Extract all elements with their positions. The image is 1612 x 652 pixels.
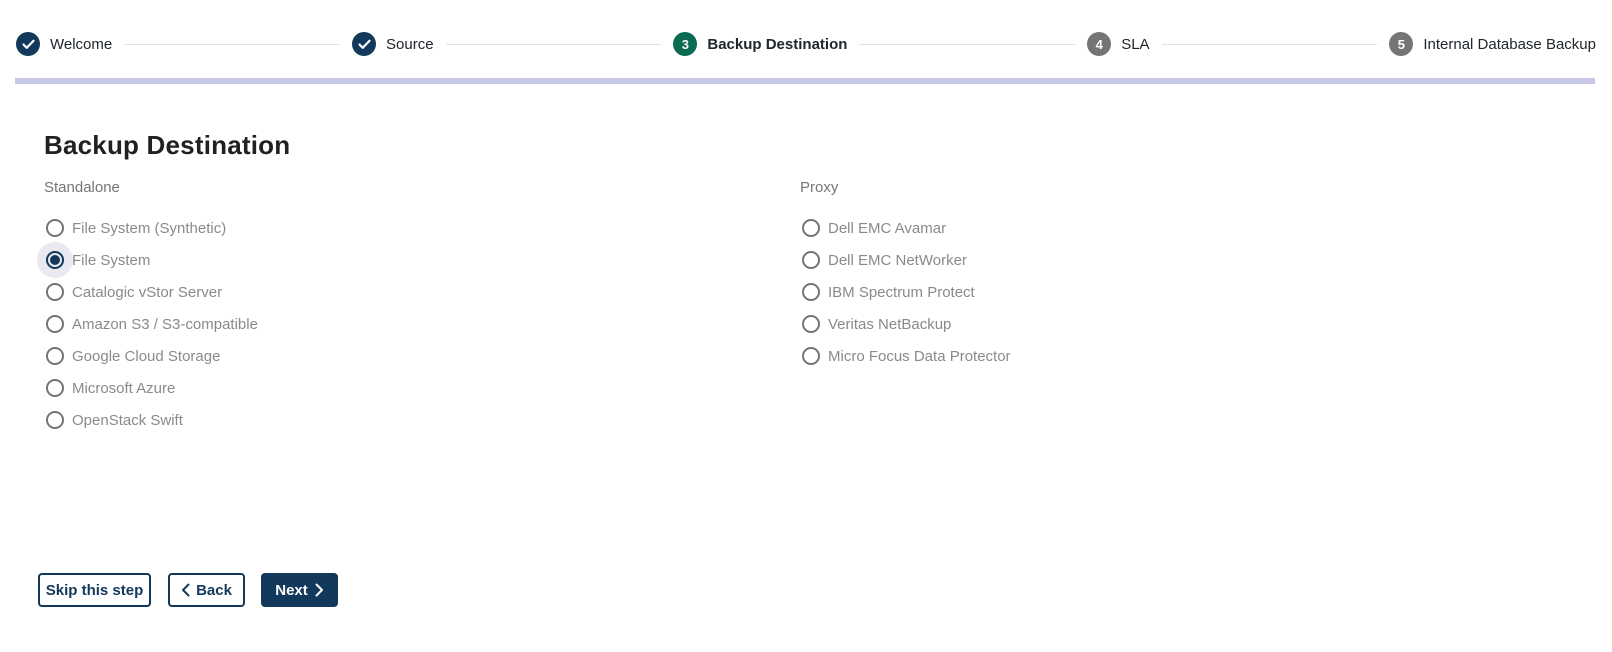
step-number: 5 (1397, 36, 1405, 52)
radio-outer-ring (802, 315, 820, 333)
radio-button[interactable] (37, 242, 80, 278)
step-label: Backup Destination (707, 35, 848, 53)
wizard-step-internal-database-backup[interactable]: 5 Internal Database Backup (1389, 32, 1596, 56)
radio-button[interactable] (44, 340, 80, 372)
radio-option-label: Google Cloud Storage (72, 347, 221, 365)
chevron-left-icon (181, 583, 190, 597)
wizard-step-source[interactable]: Source (352, 32, 434, 56)
step-label: Internal Database Backup (1423, 35, 1596, 53)
radio-outer-ring (46, 283, 64, 301)
skip-step-label: Skip this step (45, 581, 144, 599)
back-button[interactable]: Back (168, 573, 245, 607)
next-button[interactable]: Next (261, 573, 338, 607)
radio-option-label: File System (Synthetic) (72, 219, 227, 237)
radio-option-label: Amazon S3 / S3-compatible (72, 315, 258, 333)
radio-option-label: OpenStack Swift (72, 411, 183, 429)
radio-option-label: Veritas NetBackup (828, 315, 952, 333)
radio-option-dell-emc-avamar[interactable]: Dell EMC Avamar (800, 212, 1568, 244)
step-circle: 3 (673, 32, 698, 56)
radio-option-veritas-netbackup[interactable]: Veritas NetBackup (800, 308, 1568, 340)
destination-group-standalone: Standalone File System (Synthetic) File … (37, 179, 800, 436)
radio-option-file-system-synthetic-[interactable]: File System (Synthetic) (44, 212, 800, 244)
radio-option-label: Micro Focus Data Protector (828, 347, 1011, 365)
radio-dot (50, 255, 60, 265)
radio-button[interactable] (800, 276, 836, 308)
skip-step-button[interactable]: Skip this step (38, 573, 151, 607)
step-connector (445, 43, 662, 45)
step-circle (16, 32, 40, 56)
radio-option-google-cloud-storage[interactable]: Google Cloud Storage (44, 340, 800, 372)
step-label: Source (386, 35, 434, 53)
step-connector (859, 43, 1076, 45)
step-circle (352, 32, 377, 56)
wizard-step-welcome[interactable]: Welcome (16, 32, 112, 56)
step-connector (1161, 43, 1378, 45)
options-list: Dell EMC Avamar Dell EMC NetWorker IBM S… (800, 212, 1568, 372)
radio-option-label: Catalogic vStor Server (72, 283, 223, 301)
radio-option-label: IBM Spectrum Protect (828, 283, 975, 301)
chevron-right-icon (315, 583, 324, 597)
radio-button[interactable] (800, 340, 836, 372)
radio-outer-ring (46, 347, 64, 365)
radio-button[interactable] (800, 212, 836, 244)
step-number: 4 (1095, 36, 1103, 52)
radio-option-amazon-s3-s3-compatible[interactable]: Amazon S3 / S3-compatible (44, 308, 800, 340)
progress-bar (15, 78, 1595, 84)
radio-option-label: Dell EMC Avamar (828, 219, 947, 237)
radio-button[interactable] (44, 212, 80, 244)
main-content: Backup Destination Standalone File Syste… (37, 130, 1568, 436)
radio-outer-ring (802, 283, 820, 301)
radio-option-catalogic-vstor-server[interactable]: Catalogic vStor Server (44, 276, 800, 308)
radio-option-label: Microsoft Azure (72, 379, 176, 397)
check-icon (21, 39, 35, 50)
radio-outer-ring (46, 315, 64, 333)
wizard-step-backup-destination[interactable]: 3 Backup Destination (673, 32, 847, 56)
radio-button[interactable] (44, 404, 80, 436)
radio-button[interactable] (800, 308, 836, 340)
radio-button[interactable] (44, 276, 80, 308)
radio-button[interactable] (44, 308, 80, 340)
radio-option-dell-emc-networker[interactable]: Dell EMC NetWorker (800, 244, 1568, 276)
radio-outer-ring (802, 251, 820, 269)
radio-outer-ring (802, 347, 820, 365)
wizard-stepper: Welcome Source 3 Backup Destination 4 SL… (0, 30, 1612, 58)
step-circle: 4 (1087, 32, 1112, 56)
next-label: Next (275, 581, 308, 599)
radio-outer-ring (46, 411, 64, 429)
radio-option-label: Dell EMC NetWorker (828, 251, 967, 269)
step-circle: 5 (1389, 32, 1414, 56)
radio-button[interactable] (44, 372, 80, 404)
step-number: 3 (681, 36, 689, 52)
step-label: Welcome (50, 35, 113, 53)
group-label: Standalone (44, 179, 120, 196)
step-label: SLA (1121, 35, 1150, 53)
radio-button[interactable] (800, 244, 836, 276)
wizard-step-sla[interactable]: 4 SLA (1087, 32, 1150, 56)
radio-outer-ring (46, 379, 64, 397)
radio-outer-ring (46, 219, 64, 237)
check-icon (357, 39, 371, 50)
options-list: File System (Synthetic) File System Cata… (37, 212, 800, 436)
step-connector (124, 43, 341, 45)
radio-option-micro-focus-data-protector[interactable]: Micro Focus Data Protector (800, 340, 1568, 372)
page-title: Backup Destination (44, 130, 291, 160)
radio-option-microsoft-azure[interactable]: Microsoft Azure (44, 372, 800, 404)
radio-option-openstack-swift[interactable]: OpenStack Swift (44, 404, 800, 436)
destination-groups: Standalone File System (Synthetic) File … (37, 179, 1568, 436)
destination-group-proxy: Proxy Dell EMC Avamar Dell EMC NetWorker… (800, 179, 1568, 436)
radio-outer-ring (802, 219, 820, 237)
back-label: Back (196, 581, 232, 599)
wizard-footer: Skip this step Back Next (38, 573, 338, 607)
group-label: Proxy (800, 179, 839, 196)
radio-option-ibm-spectrum-protect[interactable]: IBM Spectrum Protect (800, 276, 1568, 308)
radio-option-file-system[interactable]: File System (37, 242, 800, 278)
radio-option-label: File System (72, 251, 151, 269)
